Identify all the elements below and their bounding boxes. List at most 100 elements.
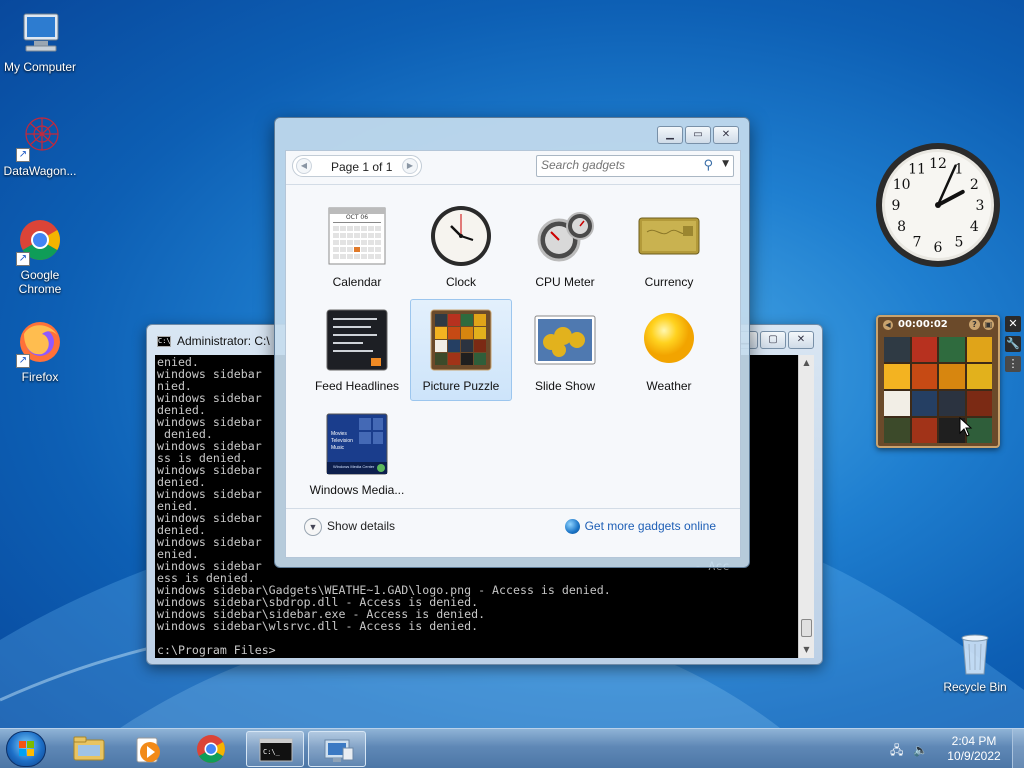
puzzle-thumb-tile (448, 327, 460, 339)
page-label: Page 1 of 1 (331, 160, 393, 174)
puzzle-tile[interactable] (884, 364, 910, 389)
close-icon[interactable]: ✕ (1005, 316, 1021, 332)
chevron-down-icon[interactable]: ▼ (722, 159, 729, 169)
calendar-day-cell (333, 254, 339, 259)
picture-puzzle-gadget[interactable]: ◀ 00:00:02 ? ▣ (876, 315, 1000, 448)
gadget-label: Slide Show (534, 379, 596, 393)
close-button[interactable]: ✕ (713, 126, 739, 144)
calendar-day-cell (354, 226, 360, 231)
gallery-content: ◀ Page 1 of 1 ▶ ⚲ ▼ OCT 06 Calendar (285, 150, 741, 558)
show-desktop-button[interactable] (1012, 729, 1024, 768)
taskbar-media-player[interactable] (120, 731, 178, 767)
start-button[interactable] (6, 731, 46, 767)
picture-icon[interactable]: ▣ (983, 319, 994, 330)
gadget-gallery-window[interactable]: ▁ ▭ ✕ ◀ Page 1 of 1 ▶ ⚲ ▼ OCT 06 Calenda… (274, 117, 750, 568)
page-navigator: ◀ Page 1 of 1 ▶ (292, 155, 422, 177)
slide-show-icon (533, 308, 597, 372)
puzzle-tile[interactable] (911, 337, 937, 362)
console-scrollbar[interactable]: ▲ ▼ (798, 355, 814, 658)
clock-numeral: 3 (976, 198, 985, 214)
gadget-tile-feed-headlines[interactable]: Feed Headlines (306, 299, 408, 401)
picture-puzzle-icon (429, 308, 493, 372)
taskbar-explorer[interactable] (60, 731, 118, 767)
puzzle-tile[interactable] (884, 418, 910, 443)
clock-numeral: 7 (913, 234, 922, 250)
svg-text:C:\_: C:\_ (263, 748, 281, 756)
minimize-button[interactable]: ▁ (657, 126, 683, 144)
puzzle-tile[interactable] (939, 391, 965, 416)
prev-page-button[interactable]: ◀ (296, 158, 312, 174)
datawagon-icon: ↗ (16, 114, 64, 162)
chrome-icon (197, 735, 225, 763)
desktop-icon-label: DataWagon... (3, 164, 77, 178)
clock-gadget[interactable]: 12 1 2 3 4 5 6 7 8 9 10 11 (874, 142, 1002, 268)
desktop-icon-recycle-bin[interactable]: Recycle Bin (935, 630, 1015, 694)
scroll-down-icon[interactable]: ▼ (799, 642, 814, 658)
clock-numeral: 8 (897, 219, 906, 235)
calendar-day-cell (333, 247, 339, 252)
calendar-day-cell (354, 233, 360, 238)
puzzle-tile[interactable] (966, 364, 992, 389)
search-input[interactable] (541, 158, 691, 172)
feed-headlines-icon (325, 308, 389, 372)
puzzle-tile[interactable] (966, 337, 992, 362)
back-icon[interactable]: ◀ (883, 320, 893, 330)
cmd-title: Administrator: C:\ (177, 334, 270, 348)
get-more-gadgets-link[interactable]: Get more gadgets online (564, 519, 716, 535)
divider (286, 508, 740, 509)
puzzle-grid[interactable] (884, 337, 992, 443)
show-details-button[interactable]: ▼ Show details (304, 518, 395, 536)
desktop-icon-google-chrome[interactable]: ↗ Google Chrome (0, 218, 80, 296)
search-icon[interactable]: ⚲ (703, 158, 713, 173)
gadget-tile-calendar[interactable]: OCT 06 Calendar (306, 195, 408, 297)
gadget-tile-clock[interactable]: Clock (410, 195, 512, 297)
puzzle-header: ◀ 00:00:02 ? ▣ (878, 317, 998, 333)
gadget-tile-windows-media[interactable]: Movies Television Music Windows Media Ce… (306, 403, 408, 505)
wrench-icon[interactable]: 🔧 (1005, 336, 1021, 352)
calendar-day-cell (368, 233, 374, 238)
puzzle-tile[interactable] (884, 337, 910, 362)
puzzle-tile[interactable] (939, 337, 965, 362)
gadget-tile-picture-puzzle[interactable]: Picture Puzzle (410, 299, 512, 401)
drag-handle-icon[interactable]: ⋮ (1005, 356, 1021, 372)
taskbar-clock[interactable]: 2:04 PM 10/9/2022 (938, 734, 1010, 764)
puzzle-tile[interactable] (966, 391, 992, 416)
volume-icon[interactable]: 🔈 (913, 743, 928, 757)
taskbar-gadgets[interactable] (308, 731, 366, 767)
desktop-icon-firefox[interactable]: ↗ Firefox (0, 320, 80, 384)
shortcut-arrow-icon: ↗ (16, 252, 30, 266)
puzzle-tile[interactable] (911, 364, 937, 389)
desktop-icon-datawagon[interactable]: ↗ DataWagon... (0, 114, 80, 178)
search-box[interactable]: ⚲ ▼ (536, 155, 734, 177)
scroll-up-icon[interactable]: ▲ (799, 355, 814, 371)
calendar-day-cell (354, 254, 360, 259)
network-icon[interactable]: 🖧 (890, 743, 903, 757)
calendar-day-cell (368, 226, 374, 231)
puzzle-tile[interactable] (939, 364, 965, 389)
help-icon[interactable]: ? (969, 319, 980, 330)
gadget-tile-currency[interactable]: Currency (618, 195, 720, 297)
gadget-tile-slide-show[interactable]: Slide Show (514, 299, 616, 401)
calendar-day-cell (368, 247, 374, 252)
calendar-day-cell (347, 233, 353, 238)
puzzle-thumb-tile (474, 353, 486, 365)
taskbar: C:\_ 🖧 🔈 2:04 PM 10/9/2022 (0, 728, 1024, 768)
gadget-tile-weather[interactable]: Weather (618, 299, 720, 401)
clock-numeral: 11 (908, 162, 926, 178)
taskbar-chrome[interactable] (182, 731, 240, 767)
gadget-label: Picture Puzzle (422, 379, 500, 393)
calendar-day-cell (347, 240, 353, 245)
puzzle-tile[interactable] (911, 418, 937, 443)
scroll-thumb[interactable] (801, 619, 812, 637)
restore-button[interactable]: ▭ (685, 126, 711, 144)
puzzle-tile[interactable] (911, 391, 937, 416)
folder-icon (73, 736, 105, 761)
desktop-icon-my-computer[interactable]: My Computer (0, 10, 80, 74)
taskbar-command-prompt[interactable]: C:\_ (246, 731, 304, 767)
gadget-tile-cpu-meter[interactable]: CPU Meter (514, 195, 616, 297)
next-page-button[interactable]: ▶ (402, 158, 418, 174)
maximize-button[interactable]: ▢ (760, 331, 786, 349)
close-button[interactable]: ✕ (788, 331, 814, 349)
puzzle-tile[interactable] (884, 391, 910, 416)
calendar-day-cell (340, 254, 346, 259)
